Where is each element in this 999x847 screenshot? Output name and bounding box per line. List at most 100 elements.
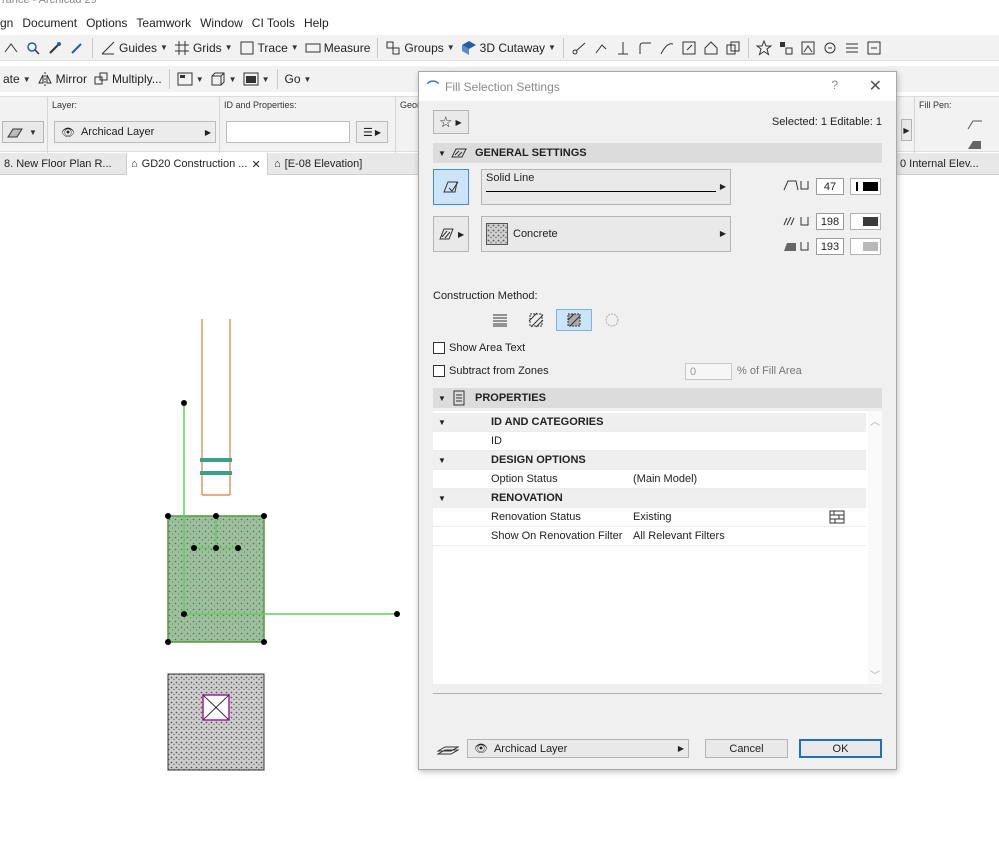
method-drafting-button[interactable] (485, 309, 515, 331)
settings-button[interactable] (863, 37, 885, 59)
properties-scrollbar[interactable]: ︿ ﹀ (868, 411, 882, 684)
renumber-button[interactable] (0, 37, 22, 59)
window-icon (243, 71, 259, 87)
menu-design[interactable]: gn (0, 16, 22, 30)
show-area-text-checkbox[interactable]: Show Area Text (433, 342, 525, 354)
checkbox-box[interactable] (433, 342, 445, 354)
properties-button[interactable]: ☰ ▶ (356, 121, 388, 143)
star-icon: ☆ (439, 114, 453, 131)
renovation-icon[interactable] (829, 509, 845, 525)
group-label: DESIGN OPTIONS (491, 454, 586, 466)
fill-tool-button[interactable]: ▼ (2, 121, 44, 143)
close-icon[interactable]: ✕ (251, 158, 260, 171)
layer-selector[interactable]: 👁 Archicad Layer ▶ (54, 121, 216, 143)
property-row-option-status[interactable]: Option Status (Main Model) (433, 470, 866, 489)
measure-button[interactable]: Measure (302, 37, 374, 59)
contour-toggle[interactable] (433, 169, 469, 205)
layout-button[interactable] (797, 37, 819, 59)
method-cover-button[interactable] (521, 309, 551, 331)
help-button[interactable]: ? (831, 78, 838, 92)
menu-window[interactable]: Window (200, 16, 252, 30)
scissors-button[interactable] (568, 37, 590, 59)
method-surface-button[interactable] (597, 309, 627, 331)
eyedropper-button[interactable] (44, 37, 66, 59)
fill-pen-field[interactable]: 198 (816, 213, 844, 230)
method-cut-button[interactable] (556, 309, 592, 331)
model-view-button[interactable] (841, 37, 863, 59)
background-pen-swatch[interactable] (850, 238, 881, 255)
property-value[interactable]: (Main Model) (633, 473, 697, 485)
cancel-button[interactable]: Cancel (705, 739, 788, 758)
contour-pen-field[interactable]: 47 (816, 178, 844, 195)
menu-ci-tools[interactable]: CI Tools (252, 16, 304, 30)
line-type-selector[interactable]: Solid Line ▶ (481, 169, 731, 205)
favorites-button[interactable]: ☆ ▶ (433, 110, 469, 134)
checkbox-box[interactable] (433, 365, 445, 377)
background-pen-field[interactable]: 193 (816, 238, 844, 255)
3d-view-button[interactable]: ▼ (207, 68, 240, 90)
fill-area-percent-input[interactable]: 0 (685, 363, 732, 380)
tab-internal-elevation[interactable]: 0 Internal Elev... (896, 153, 992, 175)
fill-type-selector[interactable]: Concrete ▶ (481, 216, 731, 252)
subtract-from-zones-checkbox[interactable]: Subtract from Zones (433, 365, 549, 377)
syringe-button[interactable] (66, 37, 88, 59)
chevron-down-icon: ▼ (29, 127, 37, 137)
tab-gd20-construction[interactable]: ⌂ GD20 Construction ... ✕ (126, 153, 268, 175)
wall-lines[interactable] (201, 319, 231, 496)
ok-button[interactable]: OK (799, 739, 882, 758)
trace-button[interactable]: Trace ▼ (236, 37, 302, 59)
duplicate-button[interactable] (722, 37, 744, 59)
publisher-button[interactable] (819, 37, 841, 59)
curve-button[interactable] (656, 37, 678, 59)
groups-button[interactable]: Groups ▼ (382, 37, 457, 59)
property-row-id[interactable]: ID (433, 432, 866, 451)
group-design-options[interactable]: ▼ DESIGN OPTIONS (433, 451, 866, 470)
tab-new-floor-plan[interactable]: 8. New Floor Plan R... (0, 153, 124, 175)
go-button[interactable]: Go ▼ (282, 68, 315, 90)
offset-button[interactable] (612, 37, 634, 59)
guides-button[interactable]: Guides ▼ (97, 37, 171, 59)
window-view-button[interactable]: ▼ (240, 68, 273, 90)
floor-plan-view-button[interactable]: ▼ (174, 68, 207, 90)
property-row-renovation-status[interactable]: Renovation Status Existing (433, 508, 866, 527)
favorites-button[interactable] (753, 37, 775, 59)
properties-header[interactable]: ▼ PROPERTIES (433, 388, 882, 408)
home-button[interactable] (700, 37, 722, 59)
column-fill[interactable] (167, 673, 265, 771)
infobox-scroll-right[interactable]: ▶ (901, 119, 912, 141)
floor-plan-icon (177, 71, 193, 87)
layer-selector[interactable]: 👁 Archicad Layer ▶ (467, 739, 689, 758)
fill-type-toggle[interactable]: ▶ (433, 216, 469, 252)
property-row-renovation-filter[interactable]: Show On Renovation Filter All Relevant F… (433, 527, 866, 546)
mirror-button[interactable]: Mirror (34, 68, 90, 90)
group-renovation[interactable]: ▼ RENOVATION (433, 489, 866, 508)
grids-label: Grids (192, 40, 222, 55)
tab-elevation[interactable]: ⌂ [E-08 Elevation] (270, 153, 418, 175)
cutaway-button[interactable]: 3D Cutaway ▼ (458, 37, 559, 59)
grids-button[interactable]: Grids ▼ (171, 37, 236, 59)
rotate-button[interactable]: ate ▼ (0, 68, 34, 90)
menu-help[interactable]: Help (304, 16, 338, 30)
background-pen-icon (783, 238, 809, 254)
organizer-button[interactable] (775, 37, 797, 59)
property-value[interactable]: Existing (633, 511, 672, 523)
contour-pen-swatch[interactable] (850, 178, 881, 195)
id-input[interactable] (226, 121, 350, 143)
find-select-button[interactable] (22, 37, 44, 59)
scroll-up-icon[interactable]: ︿ (870, 413, 880, 428)
property-label: Show On Renovation Filter (491, 530, 623, 542)
fill-pen-swatch[interactable] (850, 213, 881, 230)
menu-document[interactable]: Document (22, 16, 86, 30)
general-settings-header[interactable]: ▼ GENERAL SETTINGS (433, 143, 882, 163)
group-id-and-categories[interactable]: ▼ ID AND CATEGORIES (433, 413, 866, 432)
adjust-button[interactable] (590, 37, 612, 59)
close-icon[interactable]: ✕ (869, 76, 882, 96)
resize-button[interactable] (678, 37, 700, 59)
multiply-button[interactable]: Multiply... (90, 68, 165, 90)
fillet-button[interactable] (634, 37, 656, 59)
scroll-down-icon[interactable]: ﹀ (870, 667, 880, 682)
toolbar-divider (276, 69, 278, 89)
property-value[interactable]: All Relevant Filters (633, 530, 725, 542)
menu-teamwork[interactable]: Teamwork (136, 16, 200, 30)
menu-options[interactable]: Options (86, 16, 136, 30)
